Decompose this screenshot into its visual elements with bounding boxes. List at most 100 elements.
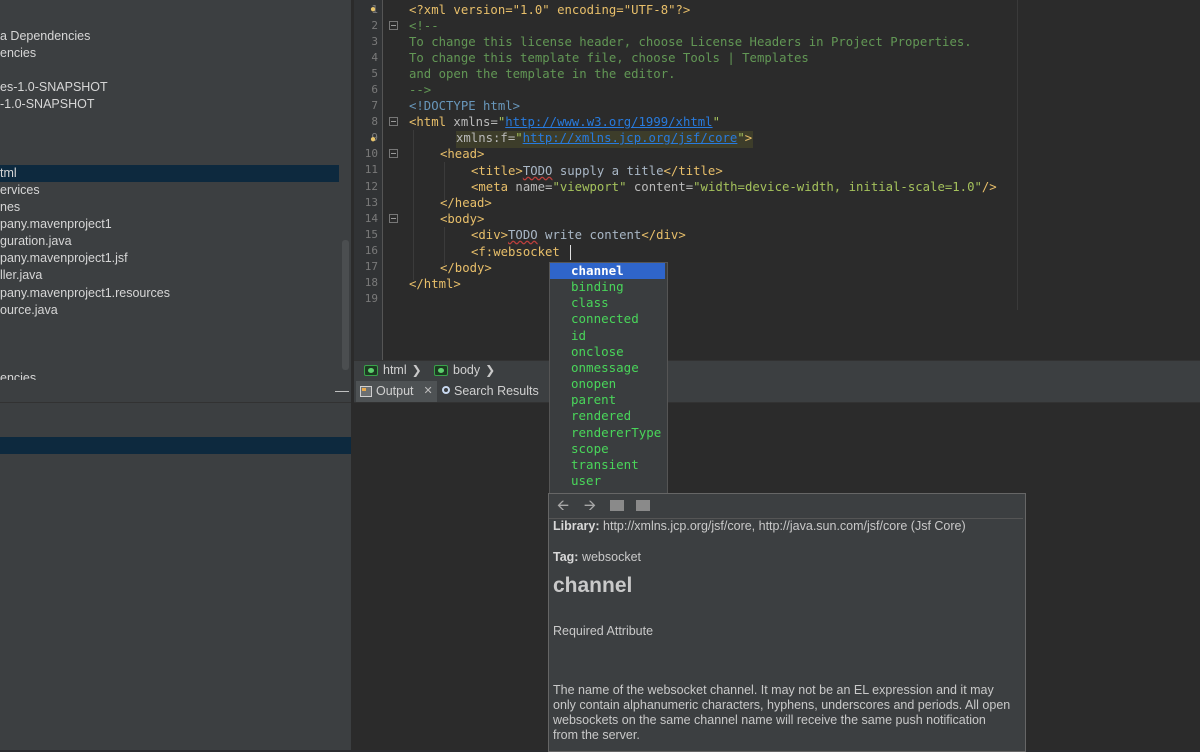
indent-guide bbox=[413, 130, 414, 280]
tab-output[interactable]: Output ✕ bbox=[356, 381, 437, 402]
code-line-15: <div>TODO write content</div> bbox=[471, 228, 686, 242]
doc-required: Required Attribute bbox=[553, 624, 654, 638]
line-number: 10 bbox=[364, 147, 378, 160]
tree-item[interactable]: guration.java bbox=[0, 233, 72, 250]
completion-item[interactable]: transient bbox=[550, 457, 665, 473]
tab-label: Output bbox=[376, 384, 414, 398]
chevron-right-icon: ❯ bbox=[411, 363, 422, 377]
line-number: 14 bbox=[364, 212, 378, 225]
chevron-right-icon: ❯ bbox=[485, 363, 496, 377]
tree-item[interactable]: encies bbox=[0, 45, 36, 62]
search-icon bbox=[442, 385, 450, 394]
completion-item[interactable]: rendererType bbox=[550, 425, 665, 441]
tree-item[interactable]: ource.java bbox=[0, 302, 58, 319]
line-number: 8 bbox=[371, 115, 378, 128]
code-line-10: <head> bbox=[440, 147, 485, 161]
tree-item[interactable]: pany.mavenproject1.jsf bbox=[0, 250, 128, 267]
gutter-separator bbox=[382, 0, 383, 360]
code-line-16: <f:websocket bbox=[471, 245, 568, 259]
navigator-panel bbox=[0, 380, 352, 750]
code-line-12: <meta name="viewport" content="width=dev… bbox=[471, 180, 997, 194]
project-scrollbar[interactable] bbox=[342, 240, 349, 370]
lightbulb-icon[interactable]: ● bbox=[370, 4, 380, 16]
code-line-4: To change this template file, choose Too… bbox=[409, 51, 809, 65]
text-caret bbox=[570, 245, 571, 260]
tree-item[interactable]: pany.mavenproject1.resources bbox=[0, 285, 170, 302]
tree-item[interactable]: -1.0-SNAPSHOT bbox=[0, 96, 94, 113]
line-number: 17 bbox=[364, 260, 378, 273]
line-number: 12 bbox=[364, 180, 378, 193]
completion-item[interactable]: binding bbox=[550, 279, 665, 295]
code-line-17: </body> bbox=[440, 261, 492, 275]
code-line-18: </html> bbox=[409, 277, 461, 291]
line-number: 16 bbox=[364, 244, 378, 257]
tree-item[interactable]: es-1.0-SNAPSHOT bbox=[0, 79, 108, 96]
navigator-selected-row[interactable] bbox=[0, 437, 352, 454]
doc-library: Library: http://xmlns.jcp.org/jsf/core, … bbox=[553, 519, 966, 533]
breadcrumb-item-body[interactable]: body ❯ bbox=[434, 361, 495, 379]
minimize-button[interactable]: — bbox=[335, 382, 349, 398]
tab-label: Search Results bbox=[454, 384, 539, 398]
line-number: 6 bbox=[371, 83, 378, 96]
completion-item[interactable]: onopen bbox=[550, 376, 665, 392]
completion-item[interactable]: parent bbox=[550, 392, 665, 408]
code-line-11: <title>TODO supply a title</title> bbox=[471, 164, 723, 178]
doc-description: The name of the websocket channel. It ma… bbox=[553, 683, 1011, 742]
html-tag-icon bbox=[434, 364, 448, 376]
code-line-1: <?xml version="1.0" encoding="UTF-8"?> bbox=[409, 3, 691, 17]
show-source-icon[interactable] bbox=[636, 500, 650, 511]
code-line-5: and open the template in the editor. bbox=[409, 67, 676, 81]
completion-item[interactable]: onmessage bbox=[550, 360, 665, 376]
navigator-header bbox=[0, 380, 352, 403]
line-number: 7 bbox=[371, 99, 378, 112]
tree-item-selected[interactable]: tml bbox=[0, 165, 339, 182]
open-in-browser-icon[interactable] bbox=[610, 500, 624, 511]
line-number: 13 bbox=[364, 196, 378, 209]
code-line-14: <body> bbox=[440, 212, 485, 226]
back-arrow-icon[interactable]: 🡨 bbox=[555, 498, 571, 514]
project-panel bbox=[0, 0, 352, 380]
line-number: 3 bbox=[371, 35, 378, 48]
doc-title: channel bbox=[553, 574, 633, 597]
completion-item[interactable]: id bbox=[550, 328, 665, 344]
breadcrumb-label: html bbox=[383, 363, 407, 377]
fold-toggle-icon[interactable] bbox=[389, 149, 398, 158]
line-number: 11 bbox=[364, 163, 378, 176]
code-line-8: <html xmlns="http://www.w3.org/1999/xhtm… bbox=[409, 115, 720, 129]
close-icon[interactable]: ✕ bbox=[424, 381, 433, 402]
completion-item[interactable]: connected bbox=[550, 311, 665, 327]
tree-item[interactable]: ller.java bbox=[0, 267, 42, 284]
line-number: 19 bbox=[364, 292, 378, 305]
forward-arrow-icon[interactable]: 🡪 bbox=[582, 498, 598, 514]
fold-toggle-icon[interactable] bbox=[389, 21, 398, 30]
tree-item[interactable]: encies bbox=[0, 370, 36, 380]
breadcrumb-label: body bbox=[453, 363, 481, 377]
tree-item[interactable]: nes bbox=[0, 199, 20, 216]
fold-toggle-icon[interactable] bbox=[389, 214, 398, 223]
code-line-13: </head> bbox=[440, 196, 492, 210]
tree-item[interactable]: ervices bbox=[0, 182, 40, 199]
tree-item[interactable]: pany.mavenproject1 bbox=[0, 216, 112, 233]
doc-tag: Tag: websocket bbox=[553, 550, 641, 564]
fold-toggle-icon[interactable] bbox=[389, 117, 398, 126]
line-number: 2 bbox=[371, 19, 378, 32]
lightbulb-warning-icon[interactable]: ● bbox=[370, 134, 380, 146]
tab-search-results[interactable]: Search Results bbox=[442, 381, 539, 402]
code-line-2: <!-- bbox=[409, 19, 439, 33]
completion-item[interactable]: channel bbox=[550, 263, 665, 279]
completion-item[interactable]: onclose bbox=[550, 344, 665, 360]
completion-item[interactable]: rendered bbox=[550, 408, 665, 424]
code-line-9: xmlns:f="http://xmlns.jcp.org/jsf/core"> bbox=[456, 131, 753, 145]
completion-item[interactable]: class bbox=[550, 295, 665, 311]
code-line-6: --> bbox=[409, 83, 432, 97]
completion-item[interactable]: user bbox=[550, 473, 665, 489]
completion-item[interactable]: scope bbox=[550, 441, 665, 457]
right-margin-line bbox=[1017, 0, 1018, 310]
html-tag-icon bbox=[364, 364, 378, 376]
breadcrumb-item-html[interactable]: html ❯ bbox=[364, 361, 422, 379]
tree-item[interactable]: a Dependencies bbox=[0, 28, 90, 45]
line-number: 18 bbox=[364, 276, 378, 289]
line-number: 5 bbox=[371, 67, 378, 80]
line-number: 15 bbox=[364, 228, 378, 241]
output-window-icon bbox=[360, 386, 372, 397]
